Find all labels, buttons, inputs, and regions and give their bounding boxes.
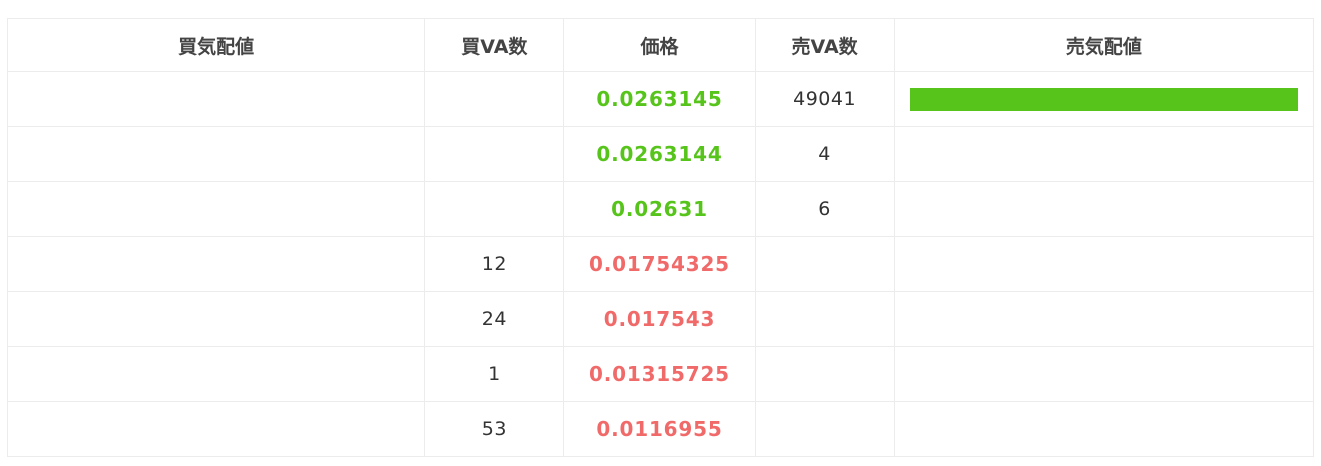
buy-qty-cell (424, 126, 565, 182)
order-row: 0.02631 6 (6, 181, 1315, 237)
sell-depth-cell (893, 71, 1315, 127)
sell-qty-cell (754, 291, 895, 347)
order-book-table: 買気配値 買VA数 価格 売VA数 売気配値 0.0263145 49041 0… (6, 18, 1315, 457)
buy-depth-cell (6, 291, 426, 347)
buy-qty-cell: 24 (424, 291, 565, 347)
buy-qty-cell: 1 (424, 346, 565, 402)
sell-qty-cell (754, 236, 895, 292)
price-cell: 0.0116955 (563, 401, 756, 457)
sell-qty-cell: 49041 (754, 71, 895, 127)
price-cell: 0.02631 (563, 181, 756, 237)
buy-depth-cell (6, 71, 426, 127)
buy-depth-cell (6, 401, 426, 457)
sell-depth-cell (893, 291, 1315, 347)
buy-qty-cell (424, 181, 565, 237)
header-buy-depth: 買気配値 (6, 18, 426, 72)
buy-qty-cell: 12 (424, 236, 565, 292)
price-cell: 0.017543 (563, 291, 756, 347)
sell-qty-cell: 4 (754, 126, 895, 182)
order-book-header: 買気配値 買VA数 価格 売VA数 売気配値 (6, 18, 1315, 72)
sell-depth-cell (893, 126, 1315, 182)
sell-qty-cell (754, 401, 895, 457)
sell-qty-cell: 6 (754, 181, 895, 237)
buy-depth-cell (6, 346, 426, 402)
header-row: 買気配値 買VA数 価格 売VA数 売気配値 (6, 18, 1315, 72)
price-cell: 0.01315725 (563, 346, 756, 402)
buy-depth-cell (6, 126, 426, 182)
sell-qty-cell (754, 346, 895, 402)
sell-depth-cell (893, 181, 1315, 237)
sell-depth-cell (893, 401, 1315, 457)
sell-depth-bar (909, 88, 1298, 111)
sell-depth-cell (893, 236, 1315, 292)
buy-depth-cell (6, 236, 426, 292)
order-book-body: 0.0263145 49041 0.0263144 4 0.02631 6 12… (6, 71, 1315, 457)
buy-depth-cell (6, 181, 426, 237)
price-cell: 0.01754325 (563, 236, 756, 292)
header-sell-depth: 売気配値 (893, 18, 1315, 72)
order-row: 24 0.017543 (6, 291, 1315, 347)
buy-qty-cell: 53 (424, 401, 565, 457)
order-row: 12 0.01754325 (6, 236, 1315, 292)
sell-depth-cell (893, 346, 1315, 402)
header-buy-qty: 買VA数 (424, 18, 565, 72)
price-cell: 0.0263144 (563, 126, 756, 182)
order-row: 53 0.0116955 (6, 401, 1315, 457)
header-sell-qty: 売VA数 (754, 18, 895, 72)
header-price: 価格 (563, 18, 756, 72)
order-row: 0.0263145 49041 (6, 71, 1315, 127)
order-row: 1 0.01315725 (6, 346, 1315, 402)
order-row: 0.0263144 4 (6, 126, 1315, 182)
buy-qty-cell (424, 71, 565, 127)
price-cell: 0.0263145 (563, 71, 756, 127)
